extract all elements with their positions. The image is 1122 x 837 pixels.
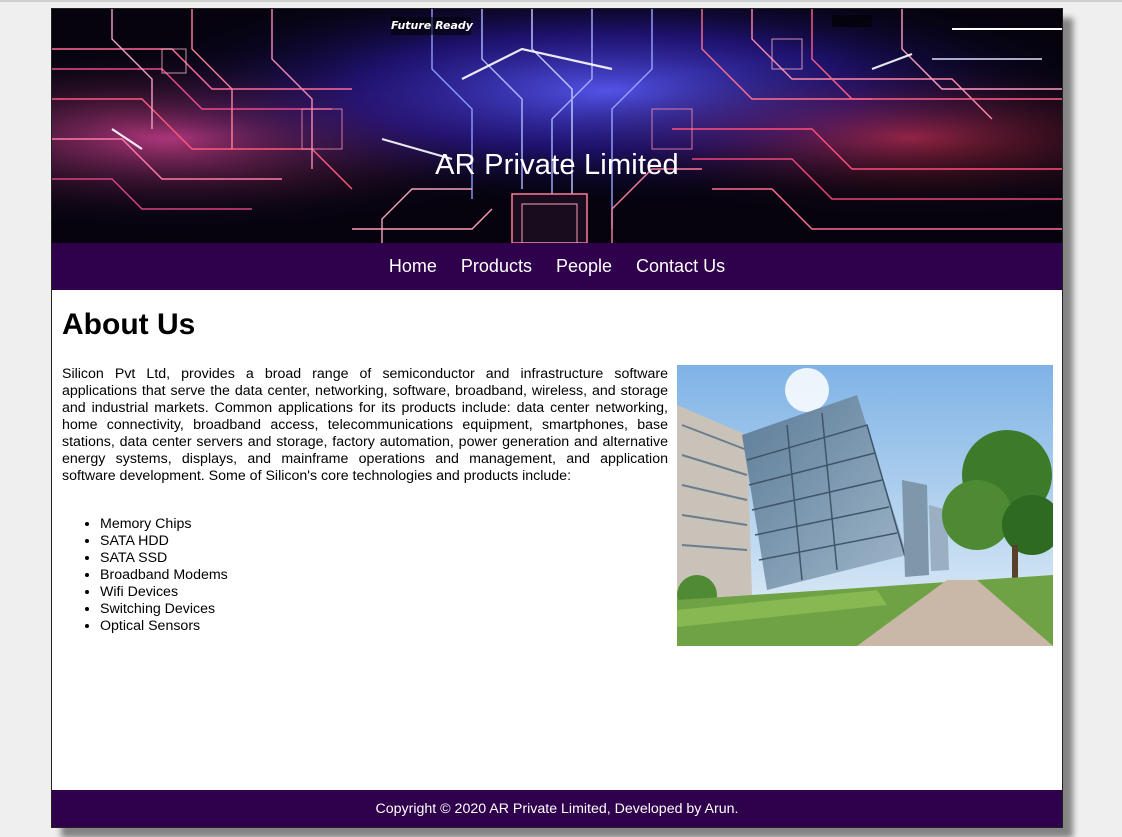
page-container: Future Ready AR Private Limited Home Pro… — [51, 8, 1063, 828]
nav-contact-us[interactable]: Contact Us — [636, 256, 725, 277]
list-item: SATA SSD — [100, 550, 228, 567]
nav-products[interactable]: Products — [461, 256, 532, 277]
nav-people[interactable]: People — [556, 256, 612, 277]
list-item: SATA HDD — [100, 533, 228, 550]
main-navigation: Home Products People Contact Us — [52, 243, 1062, 290]
nav-home[interactable]: Home — [389, 256, 437, 277]
window-top-edge — [0, 0, 1122, 2]
page-footer: Copyright © 2020 AR Private Limited, Dev… — [52, 790, 1062, 827]
office-building-image — [677, 365, 1053, 646]
list-item: Broadband Modems — [100, 567, 228, 584]
list-item: Memory Chips — [100, 516, 228, 533]
site-title: AR Private Limited — [435, 149, 679, 181]
technology-list: Memory Chips SATA HDD SATA SSD Broadband… — [62, 516, 228, 635]
banner-tagline: Future Ready — [391, 19, 473, 32]
circuit-board-image — [52, 9, 1062, 243]
about-paragraph: Silicon Pvt Ltd, provides a broad range … — [62, 366, 668, 484]
page-heading: About Us — [62, 308, 196, 341]
list-item: Wifi Devices — [100, 584, 228, 601]
list-item: Optical Sensors — [100, 618, 228, 635]
list-item: Switching Devices — [100, 601, 228, 618]
header-banner: Future Ready AR Private Limited — [52, 9, 1062, 243]
chip-shape — [511, 193, 588, 243]
